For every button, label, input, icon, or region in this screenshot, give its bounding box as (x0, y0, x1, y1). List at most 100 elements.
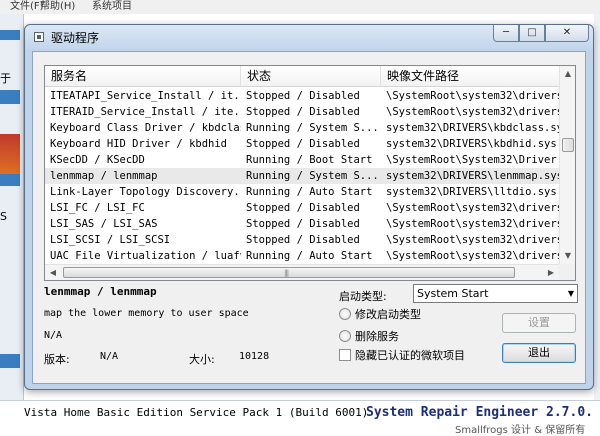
drivers-dialog: 驱动程序 ─ □ ✕ 服务名 状态 映像文件路径 ITEATAPI_Servic… (24, 24, 594, 390)
delete-service-option[interactable]: 删除服务 (339, 328, 399, 344)
cell-status: Stopped / Disabled (246, 218, 360, 230)
background-tab-2[interactable] (0, 174, 20, 186)
table-row[interactable]: ITEATAPI_Service_Install / it... Stopped … (45, 88, 561, 104)
scroll-corner (559, 264, 575, 280)
cell-status: Running / Auto Start (246, 186, 373, 198)
minimize-icon[interactable]: ─ (493, 25, 519, 42)
column-status[interactable]: 状态 (241, 66, 381, 87)
horizontal-scrollbar[interactable]: ◀ ||| ▶ (45, 264, 561, 280)
cell-image-path: \SystemRoot\system32\drivers (386, 218, 561, 230)
scroll-left-icon[interactable]: ◀ (45, 265, 61, 280)
table-row[interactable]: KSecDD / KSecDD Running / Boot Start \Syst… (45, 152, 561, 168)
settings-button[interactable]: 设置 (502, 313, 576, 333)
cell-service-name: LSI_SAS / LSI_SAS (50, 218, 158, 230)
cell-status: Running / Auto Start (246, 250, 373, 262)
menu-help[interactable]: 帮助(H) (40, 0, 75, 12)
start-type-label: 启动类型: (339, 290, 387, 303)
cell-service-name: UAC File Virtualization / luafv (50, 250, 241, 262)
cell-image-path: \SystemRoot\system32\drivers (386, 90, 561, 102)
table-row[interactable]: Link-Layer Topology Discovery... Running … (45, 184, 561, 200)
menu-file[interactable]: 文件(F) (10, 0, 44, 12)
column-image-path[interactable]: 映像文件路径 (381, 66, 561, 87)
cell-status: Running / System S... (246, 170, 379, 182)
background-menubar: 文件(F) 帮助(H) 系统项目 (0, 0, 600, 14)
exit-button[interactable]: 退出 (502, 343, 576, 363)
cell-service-name: lenmmap / lenmmap (50, 170, 158, 182)
cell-status: Stopped / Disabled (246, 202, 360, 214)
modify-start-type-label: 修改启动类型 (355, 308, 421, 321)
modify-start-type-option[interactable]: 修改启动类型 (339, 306, 421, 322)
cell-service-name: LSI_SCSI / LSI_SCSI (50, 234, 171, 246)
background-status-bar: Vista Home Basic Edition Service Pack 1 … (0, 400, 600, 436)
background-right-edge (594, 14, 600, 404)
table-row[interactable]: UAC File Virtualization / luafv Running /… (45, 248, 561, 264)
table-row[interactable]: lenmmap / lenmmap Running / System S... sy… (45, 168, 561, 184)
background-left-text-2: S (0, 210, 7, 223)
cell-status: Running / Boot Start (246, 154, 373, 166)
table-row[interactable]: Keyboard Class Driver / kbdclass Running … (45, 120, 561, 136)
version-label: 版本: (44, 353, 70, 366)
detail-service-name: lenmmap / lenmmap (44, 285, 157, 298)
start-type-value: System Start (417, 287, 489, 300)
cell-service-name: KSecDD / KSecDD (50, 154, 145, 166)
scroll-down-icon[interactable]: ▼ (560, 248, 575, 264)
window-icon (34, 32, 44, 42)
cell-status: Stopped / Disabled (246, 106, 360, 118)
hide-microsoft-option[interactable]: 隐藏已认证的微软项目 (339, 347, 465, 363)
cell-status: Running / System S... (246, 122, 379, 134)
background-tab[interactable] (0, 30, 20, 40)
cell-status: Stopped / Disabled (246, 90, 360, 102)
copyright-text: Smallfrogs 设计 & 保留所有 (455, 425, 586, 436)
cell-image-path: system32\DRIVERS\lltdio.sys (386, 186, 557, 198)
cell-image-path: \SystemRoot\system32\drivers (386, 234, 561, 246)
cell-image-path: \SystemRoot\system32\drivers (386, 202, 561, 214)
vertical-scroll-thumb[interactable] (562, 138, 574, 152)
column-service-name[interactable]: 服务名 (45, 66, 241, 87)
horizontal-scroll-thumb[interactable]: ||| (63, 267, 515, 278)
window-controls: ─ □ ✕ (493, 25, 589, 43)
scroll-up-icon[interactable]: ▲ (560, 66, 575, 82)
dialog-title: 驱动程序 (51, 31, 100, 45)
hide-microsoft-checkbox[interactable] (339, 349, 351, 361)
drivers-list[interactable]: 服务名 状态 映像文件路径 ITEATAPI_Service_Install /… (44, 65, 576, 281)
cell-image-path: \SystemRoot\system32\drivers (386, 250, 561, 262)
close-icon[interactable]: ✕ (545, 25, 589, 42)
cell-status: Stopped / Disabled (246, 138, 360, 150)
background-close-tab[interactable] (0, 90, 20, 104)
background-tab-3[interactable] (0, 354, 20, 368)
cell-image-path: \SystemRoot\System32\Driver (386, 154, 557, 166)
maximize-icon[interactable]: □ (519, 25, 545, 42)
size-label: 大小: (189, 353, 215, 366)
cell-image-path: system32\DRIVERS\lenmmap.sys (386, 170, 561, 182)
cell-service-name: Keyboard HID Driver / kbdhid (50, 138, 228, 150)
scroll-grip-icon: ||| (284, 269, 289, 277)
menu-item-partial[interactable]: 系统项目 (92, 0, 132, 12)
start-type-select[interactable]: System Start ▼ (413, 284, 578, 303)
table-row[interactable]: LSI_FC / LSI_FC Stopped / Disabled \System… (45, 200, 561, 216)
cell-service-name: LSI_FC / LSI_FC (50, 202, 145, 214)
hide-microsoft-label: 隐藏已认证的微软项目 (355, 349, 465, 362)
cell-image-path: system32\DRIVERS\kbdhid.sys (386, 138, 557, 150)
cell-service-name: Keyboard Class Driver / kbdclass (50, 122, 241, 134)
table-row[interactable]: ITERAID_Service_Install / ite... Stopped … (45, 104, 561, 120)
version-value: N/A (100, 351, 119, 362)
cell-status: Stopped / Disabled (246, 234, 360, 246)
detail-description: map the lower memory to user space (44, 308, 249, 319)
table-row[interactable]: LSI_SAS / LSI_SAS Stopped / Disabled \Syst… (45, 216, 561, 232)
modify-start-type-radio[interactable] (339, 308, 351, 320)
cell-service-name: ITERAID_Service_Install / ite... (50, 106, 241, 118)
table-row[interactable]: LSI_SCSI / LSI_SCSI Stopped / Disabled \Sy… (45, 232, 561, 248)
dialog-titlebar[interactable]: 驱动程序 ─ □ ✕ (25, 25, 593, 49)
os-version-text: Vista Home Basic Edition Service Pack 1 … (24, 406, 369, 419)
delete-service-radio[interactable] (339, 330, 351, 342)
background-left-panel: 于 S (0, 14, 24, 404)
scroll-right-icon[interactable]: ▶ (543, 265, 559, 280)
app-version-text: System Repair Engineer 2.7.0. (366, 405, 593, 420)
cell-image-path: \SystemRoot\system32\drivers (386, 106, 561, 118)
list-header: 服务名 状态 映像文件路径 (45, 66, 561, 87)
background-left-text-1: 于 (0, 72, 11, 85)
table-row[interactable]: Keyboard HID Driver / kbdhid Stopped / Di… (45, 136, 561, 152)
cell-service-name: ITEATAPI_Service_Install / it... (50, 90, 241, 102)
vertical-scrollbar[interactable]: ▲ ▼ (559, 66, 575, 264)
size-value: 10128 (239, 351, 270, 362)
